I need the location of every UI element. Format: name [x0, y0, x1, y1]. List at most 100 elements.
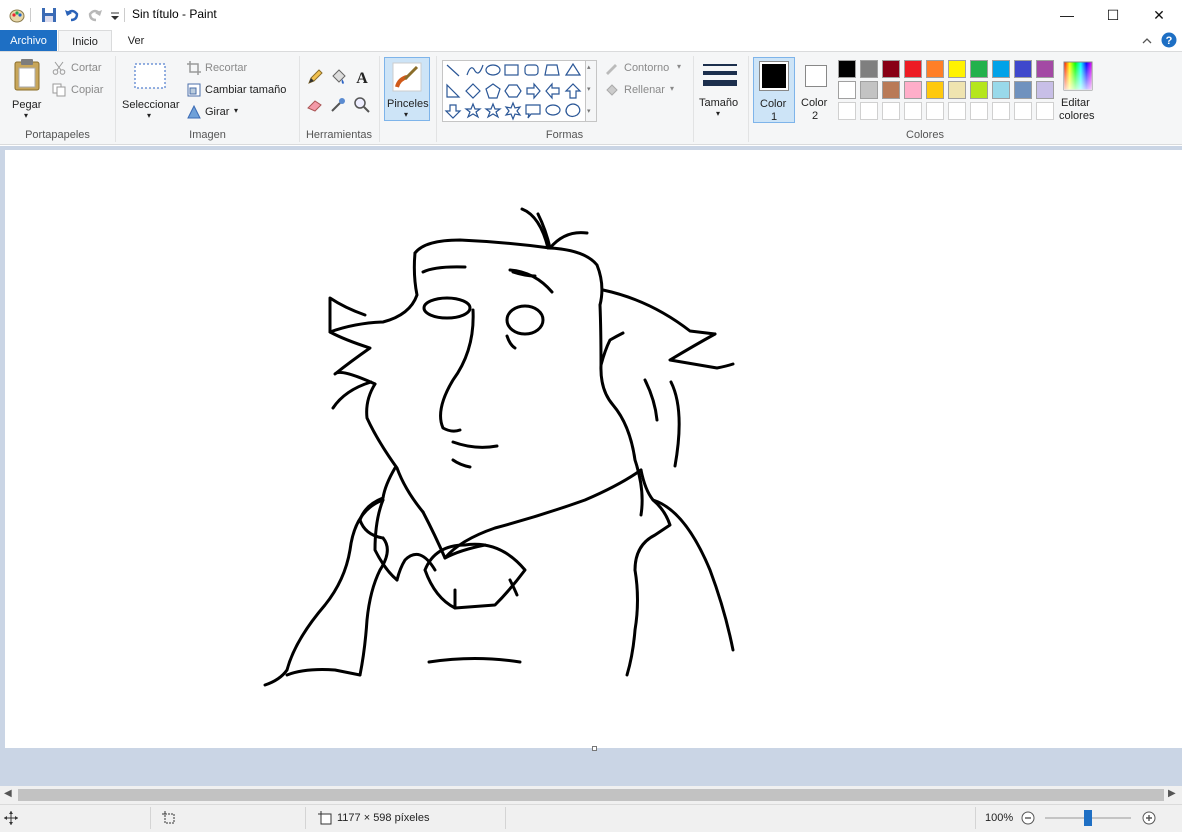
scroll-left-icon[interactable]: ◀: [4, 788, 12, 799]
resize-button[interactable]: Cambiar tamaño: [187, 82, 297, 100]
color1-label: Color: [760, 98, 787, 110]
tab-file[interactable]: Archivo: [0, 30, 57, 52]
title-bar: Sin título - Paint — ☐ ✕: [0, 0, 1182, 30]
color-swatch[interactable]: [1036, 60, 1054, 78]
eraser-icon[interactable]: [306, 96, 324, 114]
zoom-out-icon[interactable]: [1021, 811, 1035, 825]
custom-color-slot[interactable]: [1014, 102, 1032, 120]
color-swatch[interactable]: [838, 60, 856, 78]
save-icon[interactable]: [40, 6, 58, 24]
drawing-canvas[interactable]: [5, 150, 1182, 748]
color-swatch[interactable]: [1036, 81, 1054, 99]
custom-color-slot[interactable]: [970, 102, 988, 120]
copy-button[interactable]: Copiar: [52, 82, 112, 100]
color2-label: Color: [801, 97, 828, 109]
scrollbar-thumb[interactable]: [18, 789, 1164, 801]
shapes-gallery[interactable]: [442, 60, 586, 122]
color-swatch[interactable]: [970, 81, 988, 99]
color1-number: 1: [771, 111, 778, 123]
resize-label: Cambiar tamaño: [205, 84, 287, 96]
select-rectangle-icon: [134, 63, 166, 89]
separator: [975, 807, 976, 829]
paint-app-icon[interactable]: [8, 6, 26, 24]
close-button[interactable]: ✕: [1136, 0, 1182, 30]
clipboard-group-label: Portapapeles: [25, 129, 90, 141]
cut-button[interactable]: Cortar: [52, 60, 112, 78]
ribbon: Pegar ▾ Cortar Copiar Portapapeles Selec…: [0, 51, 1182, 145]
brushes-button[interactable]: Pinceles ▾: [384, 57, 430, 121]
size-label: Tamaño: [699, 97, 739, 109]
paste-button[interactable]: Pegar ▾: [4, 55, 50, 127]
custom-color-slot[interactable]: [860, 102, 878, 120]
color-swatch[interactable]: [926, 60, 944, 78]
custom-color-slot[interactable]: [882, 102, 900, 120]
separator: [150, 807, 151, 829]
custom-color-slot[interactable]: [1036, 102, 1054, 120]
color-picker-icon[interactable]: [329, 96, 347, 114]
zoom-in-icon[interactable]: [1142, 811, 1156, 825]
tab-home[interactable]: Inicio: [58, 30, 112, 52]
color2-number: 2: [812, 110, 819, 122]
chevron-down-icon: ▾: [677, 62, 682, 71]
zoom-slider-thumb[interactable]: [1084, 810, 1092, 826]
crop-button[interactable]: Recortar: [187, 60, 257, 78]
undo-icon[interactable]: [63, 6, 81, 24]
color-swatch[interactable]: [904, 60, 922, 78]
chevron-down-icon: ▾: [404, 110, 409, 119]
color1-button[interactable]: Color 1: [753, 57, 795, 123]
color-swatch[interactable]: [948, 81, 966, 99]
magnifier-icon[interactable]: [353, 96, 371, 114]
canvas-resize-handle[interactable]: [592, 746, 597, 751]
color-spectrum-icon: [1063, 61, 1093, 91]
tab-view[interactable]: Ver: [113, 30, 159, 52]
ribbon-tabs: Archivo Inicio Ver ?: [0, 30, 1182, 52]
chevron-down-icon: ▾: [24, 111, 29, 120]
text-icon[interactable]: A: [353, 68, 371, 86]
crop-label: Recortar: [205, 62, 248, 74]
color-swatch[interactable]: [926, 81, 944, 99]
custom-color-slot[interactable]: [992, 102, 1010, 120]
color-swatch[interactable]: [860, 60, 878, 78]
select-button[interactable]: Seleccionar ▾: [120, 55, 182, 127]
color-swatch[interactable]: [882, 81, 900, 99]
zoom-level: 100%: [985, 812, 1014, 824]
redo-icon[interactable]: [86, 6, 104, 24]
outline-button[interactable]: Contorno ▾: [604, 60, 690, 78]
fill-bucket-icon[interactable]: [329, 68, 347, 86]
pencil-icon[interactable]: [306, 68, 324, 86]
color-swatch[interactable]: [1014, 81, 1032, 99]
custom-color-slot[interactable]: [948, 102, 966, 120]
color-swatch[interactable]: [838, 81, 856, 99]
color-swatch[interactable]: [992, 81, 1010, 99]
maximize-button[interactable]: ☐: [1090, 0, 1136, 30]
color-swatch[interactable]: [948, 60, 966, 78]
color-swatch[interactable]: [970, 60, 988, 78]
size-button[interactable]: Tamaño ▾: [697, 57, 743, 121]
rotate-button[interactable]: Girar ▾: [187, 104, 257, 122]
color-swatch[interactable]: [1014, 60, 1032, 78]
color2-button[interactable]: Color 2: [797, 57, 835, 123]
color-swatch[interactable]: [904, 81, 922, 99]
custom-color-slot[interactable]: [904, 102, 922, 120]
customize-toolbar-icon[interactable]: [106, 6, 124, 24]
custom-color-slot[interactable]: [838, 102, 856, 120]
custom-color-slot[interactable]: [926, 102, 944, 120]
separator: [505, 807, 506, 829]
edit-colors-label: Editar: [1061, 97, 1090, 109]
chevron-down-icon: ▾: [670, 84, 675, 93]
color-swatch[interactable]: [882, 60, 900, 78]
horizontal-scrollbar[interactable]: ◀ ▶: [0, 786, 1182, 804]
collapse-ribbon-icon[interactable]: [1142, 36, 1152, 46]
brush-icon: [392, 62, 422, 92]
color-swatch[interactable]: [860, 81, 878, 99]
edit-colors-button[interactable]: Editar colores: [1059, 57, 1099, 123]
fill-button[interactable]: Rellenar ▾: [604, 82, 690, 100]
minimize-button[interactable]: —: [1044, 0, 1090, 30]
shapes-scrollbar[interactable]: ▴ ▾ ▾: [586, 60, 597, 122]
color-swatch[interactable]: [992, 60, 1010, 78]
help-icon[interactable]: ?: [1161, 32, 1177, 48]
edit-colors-label-2: colores: [1059, 110, 1095, 122]
color2-swatch: [805, 65, 827, 87]
svg-text:A: A: [356, 70, 368, 86]
scroll-right-icon[interactable]: ▶: [1168, 788, 1176, 799]
